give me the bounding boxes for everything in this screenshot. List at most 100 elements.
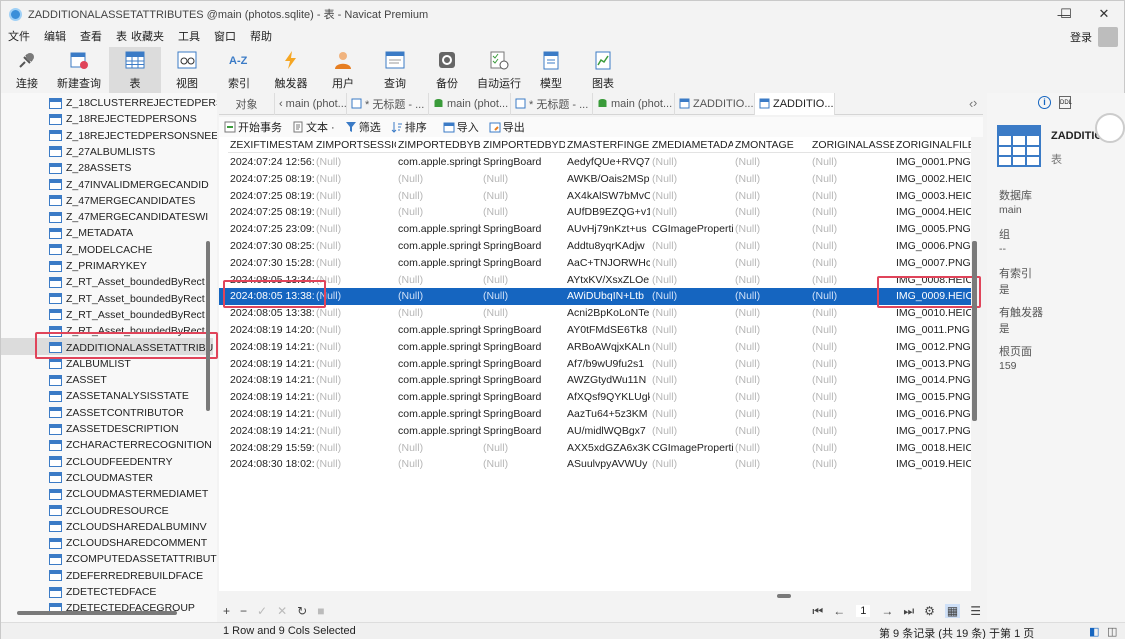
table-cell[interactable]: Af7/b9wU9fu2s1 xyxy=(565,356,650,373)
table-cell[interactable]: (Null) xyxy=(733,238,810,255)
table-cell[interactable]: com.apple.springb xyxy=(396,339,481,356)
table-cell[interactable]: (Null) xyxy=(314,305,396,322)
table-cell[interactable]: (Null) xyxy=(481,188,565,205)
table-cell[interactable]: (Null) xyxy=(733,188,810,205)
table-cell[interactable]: (Null) xyxy=(314,423,396,440)
table-cell[interactable]: (Null) xyxy=(396,456,481,473)
table-cell[interactable]: SpringBoard xyxy=(481,238,565,255)
table-cell[interactable]: (Null) xyxy=(314,288,396,305)
table-cell[interactable]: IMG_0019.HEIC xyxy=(894,456,971,473)
table-cell[interactable]: 2024:08:29 15:59:4 xyxy=(228,440,314,457)
tree-item-table[interactable]: ZCLOUDSHAREDALBUMINV xyxy=(49,519,207,535)
table-cell[interactable]: (Null) xyxy=(396,288,481,305)
table-cell[interactable]: 2024:08:19 14:21:0 xyxy=(228,339,314,356)
table-cell[interactable]: (Null) xyxy=(314,322,396,339)
sort-button[interactable]: 排序 xyxy=(386,119,432,135)
tree-item-table[interactable]: Z_RT_Asset_boundedByRect xyxy=(49,291,205,307)
table-cell[interactable]: com.apple.springb xyxy=(396,423,481,440)
grid-view-icon[interactable]: ▦ xyxy=(944,604,961,618)
table-cell[interactable]: (Null) xyxy=(733,255,810,272)
table-cell[interactable]: (Null) xyxy=(733,423,810,440)
tree-item-table[interactable]: Z_18CLUSTERREJECTEDPERS xyxy=(49,95,217,111)
tree-item-table[interactable]: ZCLOUDMASTERMEDIAMET xyxy=(49,486,208,502)
table-cell[interactable]: (Null) xyxy=(810,171,894,188)
refresh-icon[interactable]: ↻ xyxy=(297,604,307,618)
import-button[interactable]: 导入 xyxy=(438,119,484,135)
table-cell[interactable]: (Null) xyxy=(396,171,481,188)
table-cell[interactable]: com.apple.springb xyxy=(396,238,481,255)
tree-item-table[interactable]: Z_PRIMARYKEY xyxy=(49,258,147,274)
table-cell[interactable]: (Null) xyxy=(314,154,396,171)
tree-item-table[interactable]: ZCLOUDRESOURCE xyxy=(49,503,169,519)
table-cell[interactable]: IMG_0002.HEIC xyxy=(894,171,971,188)
table-cell[interactable]: (Null) xyxy=(810,356,894,373)
menu-edit[interactable]: 编辑 xyxy=(37,28,73,44)
table-cell[interactable]: (Null) xyxy=(733,221,810,238)
table-cell[interactable]: 2024:08:19 14:21:1 xyxy=(228,389,314,406)
autorun-button[interactable]: 自动运行 xyxy=(473,47,525,93)
table-cell[interactable]: AX4kAlSW7bMvC xyxy=(565,188,650,205)
table-cell[interactable]: (Null) xyxy=(810,423,894,440)
table-cell[interactable]: (Null) xyxy=(396,272,481,289)
menu-help[interactable]: 帮助 xyxy=(243,28,279,44)
table-cell[interactable]: (Null) xyxy=(650,456,733,473)
table-cell[interactable]: (Null) xyxy=(396,204,481,221)
table-cell[interactable]: (Null) xyxy=(314,406,396,423)
form-view-icon[interactable]: ☰ xyxy=(970,604,981,618)
table-cell[interactable]: (Null) xyxy=(650,389,733,406)
menu-view[interactable]: 查看 xyxy=(73,28,109,44)
grid-vertical-scrollbar[interactable] xyxy=(972,241,977,421)
table-cell[interactable]: com.apple.springb xyxy=(396,221,481,238)
apply-icon[interactable]: ✓ xyxy=(257,604,267,618)
menu-tools[interactable]: 工具 xyxy=(171,28,207,44)
table-cell[interactable]: (Null) xyxy=(810,372,894,389)
first-page-icon[interactable]: ⏮ xyxy=(812,604,823,619)
begin-transaction-button[interactable]: 开始事务 xyxy=(219,119,287,135)
table-cell[interactable]: (Null) xyxy=(314,238,396,255)
menu-favorites[interactable]: 收藏夹 xyxy=(129,28,171,44)
menu-table[interactable]: 表 xyxy=(109,28,129,44)
table-cell[interactable]: (Null) xyxy=(481,456,565,473)
table-cell[interactable]: (Null) xyxy=(396,188,481,205)
table-cell[interactable]: (Null) xyxy=(810,339,894,356)
tree-item-table[interactable]: Z_27ALBUMLISTS xyxy=(49,144,155,160)
table-cell[interactable]: Acni2BpKoLoNTe xyxy=(565,305,650,322)
table-cell[interactable]: (Null) xyxy=(733,322,810,339)
table-cell[interactable]: (Null) xyxy=(481,305,565,322)
tree-item-table[interactable]: Z_RT_Asset_boundedByRect xyxy=(49,307,205,323)
table-cell[interactable]: (Null) xyxy=(650,188,733,205)
table-cell[interactable]: SpringBoard xyxy=(481,356,565,373)
table-cell[interactable]: (Null) xyxy=(650,423,733,440)
table-cell[interactable]: 2024:08:30 18:02:3 xyxy=(228,456,314,473)
tab-objects[interactable]: 对象 xyxy=(219,92,275,115)
table-cell[interactable]: (Null) xyxy=(733,356,810,373)
connect-button[interactable]: 连接 xyxy=(1,47,53,93)
table-cell[interactable]: (Null) xyxy=(650,204,733,221)
tree-item-table[interactable]: Z_28ASSETS xyxy=(49,160,131,176)
backup-button[interactable]: 备份 xyxy=(421,47,473,93)
table-cell[interactable]: com.apple.springb xyxy=(396,389,481,406)
table-cell[interactable]: SpringBoard xyxy=(481,406,565,423)
table-cell[interactable]: AWiDUbqIN+Ltb xyxy=(565,288,650,305)
table-cell[interactable]: (Null) xyxy=(810,221,894,238)
user-avatar[interactable] xyxy=(1098,27,1118,47)
table-cell[interactable]: AWZGtydWu11N xyxy=(565,372,650,389)
table-cell[interactable]: AUvHj79nKzt+us xyxy=(565,221,650,238)
table-cell[interactable]: IMG_0001.PNG xyxy=(894,154,971,171)
index-button[interactable]: A-Z 索引 xyxy=(213,47,265,93)
table-cell[interactable]: (Null) xyxy=(810,154,894,171)
table-cell[interactable]: (Null) xyxy=(810,440,894,457)
table-cell[interactable]: (Null) xyxy=(396,305,481,322)
table-cell[interactable]: 2024:07:30 08:25:0 xyxy=(228,238,314,255)
table-cell[interactable]: (Null) xyxy=(314,339,396,356)
column-header[interactable]: ZORIGINALFILENAME xyxy=(894,137,971,153)
menu-file[interactable]: 文件 xyxy=(1,28,37,44)
tree-item-table[interactable]: Z_47INVALIDMERGECANDID xyxy=(49,177,209,193)
table-cell[interactable]: SpringBoard xyxy=(481,389,565,406)
table-cell[interactable]: AUfDB9EZQG+v1 xyxy=(565,204,650,221)
grid-horizontal-scrollbar[interactable] xyxy=(777,594,791,598)
table-cell[interactable]: com.apple.springb xyxy=(396,154,481,171)
page-number-field[interactable]: 1 xyxy=(856,605,871,617)
query-button[interactable]: 查询 xyxy=(369,47,421,93)
export-button[interactable]: 导出 xyxy=(484,119,530,135)
